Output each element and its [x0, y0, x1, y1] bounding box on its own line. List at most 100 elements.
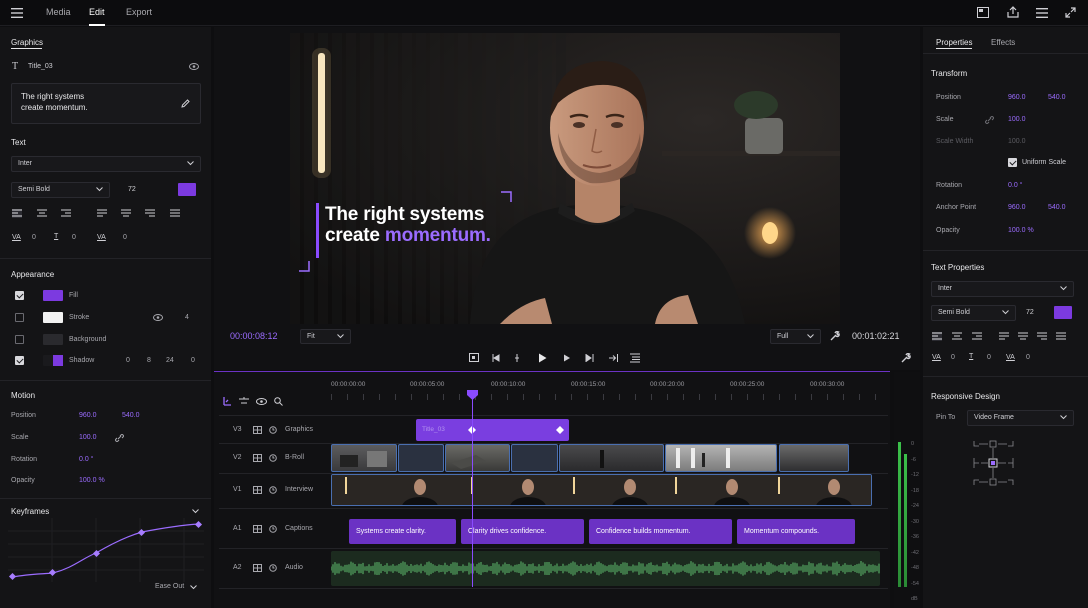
- interview-clip[interactable]: [331, 474, 872, 506]
- caption-clip[interactable]: Momentum compounds.: [737, 519, 855, 544]
- hamburger-menu-icon[interactable]: [11, 8, 23, 18]
- font-size-field[interactable]: 72: [128, 186, 136, 193]
- keyframe-marker-icon[interactable]: [556, 426, 564, 434]
- position-y[interactable]: 540.0: [122, 412, 140, 419]
- broll-clip[interactable]: [665, 444, 777, 472]
- rotation-value[interactable]: 0.0 °: [1008, 182, 1022, 189]
- opacity-value[interactable]: 100.0 %: [1008, 227, 1034, 234]
- anchor-grid[interactable]: [970, 440, 1018, 486]
- tracking-value[interactable]: 0: [32, 234, 36, 241]
- ease-select[interactable]: Ease Out: [155, 583, 184, 590]
- position-x[interactable]: 960.0: [79, 412, 97, 419]
- overwrite-icon[interactable]: [630, 353, 640, 363]
- track-header-v1[interactable]: V1 Interview: [233, 485, 333, 497]
- justify-all-icon[interactable]: [1056, 332, 1066, 341]
- track-header-v2[interactable]: V2 B-Roll: [233, 453, 333, 465]
- track-header-a2[interactable]: A2 Audio: [233, 563, 333, 575]
- track-visibility-icon[interactable]: [256, 398, 267, 405]
- settings-wrench-icon[interactable]: [901, 353, 911, 363]
- anchor-y[interactable]: 540.0: [1048, 204, 1066, 211]
- stroke-color-swatch[interactable]: [43, 312, 63, 323]
- caption-clip[interactable]: Systems create clarity.: [349, 519, 456, 544]
- select-tool-icon[interactable]: [223, 397, 233, 406]
- justify-left-icon[interactable]: [999, 332, 1009, 341]
- split-icon[interactable]: [514, 354, 520, 362]
- quality-select[interactable]: Full: [770, 329, 821, 344]
- keyframe-graph[interactable]: [8, 518, 204, 582]
- text-content-box[interactable]: The right systems create momentum.: [11, 83, 201, 124]
- share-icon[interactable]: [1007, 6, 1019, 18]
- playhead-handle-icon[interactable]: [467, 390, 478, 400]
- weight-select[interactable]: Semi Bold: [11, 182, 110, 198]
- anchor-x[interactable]: 960.0: [1008, 204, 1026, 211]
- justify-left-icon[interactable]: [97, 209, 107, 218]
- justify-right-icon[interactable]: [145, 209, 155, 218]
- broll-clip[interactable]: [331, 444, 397, 472]
- layout-icon[interactable]: [977, 7, 989, 18]
- track-lock-icon[interactable]: [253, 564, 262, 572]
- tab-properties[interactable]: Properties: [936, 38, 972, 47]
- align-left-icon[interactable]: [12, 209, 22, 218]
- align-left-icon[interactable]: [932, 332, 942, 341]
- playhead[interactable]: [472, 391, 473, 587]
- text-color-swatch[interactable]: [1054, 306, 1072, 319]
- track-lock-icon[interactable]: [253, 525, 262, 533]
- track-mute-icon[interactable]: [269, 486, 277, 494]
- chevron-down-icon[interactable]: [192, 509, 199, 514]
- keyframe[interactable]: [8, 572, 17, 581]
- track-mute-icon[interactable]: [269, 564, 277, 572]
- shadow-x[interactable]: 0: [126, 357, 130, 364]
- weight-select[interactable]: Semi Bold: [931, 305, 1016, 321]
- uniform-scale-checkbox[interactable]: [1008, 158, 1017, 167]
- mark-in-icon[interactable]: [469, 353, 479, 362]
- fullscreen-icon[interactable]: [1065, 7, 1076, 18]
- pin-to-select[interactable]: Video Frame: [967, 410, 1074, 426]
- timeline-ruler[interactable]: 00:00:00:00 00:00:05:00 00:00:10:00 00:0…: [331, 376, 888, 400]
- font-size-field[interactable]: 72: [1026, 309, 1034, 316]
- track-lock-icon[interactable]: [253, 454, 262, 462]
- text-color-swatch[interactable]: [178, 183, 196, 196]
- kerning-value[interactable]: 0: [123, 234, 127, 241]
- graphics-clip[interactable]: Title_03: [416, 419, 569, 441]
- shadow-color-swatch[interactable]: [43, 355, 63, 366]
- fit-select[interactable]: Fit: [300, 329, 351, 344]
- align-center-icon[interactable]: [37, 209, 47, 218]
- scale-value[interactable]: 100.0: [1008, 116, 1026, 123]
- font-select[interactable]: Inter: [11, 156, 201, 172]
- link-icon[interactable]: [985, 116, 994, 124]
- title-overlay[interactable]: The right systems create momentum.: [325, 204, 491, 246]
- tab-media[interactable]: Media: [46, 7, 71, 17]
- caption-clip[interactable]: Clarity drives confidence.: [461, 519, 584, 544]
- fill-checkbox[interactable]: [15, 291, 24, 300]
- opacity-value[interactable]: 100.0 %: [79, 477, 105, 484]
- tab-effects[interactable]: Effects: [991, 38, 1015, 47]
- play-icon[interactable]: [538, 353, 547, 363]
- fill-color-swatch[interactable]: [43, 290, 63, 301]
- broll-clip[interactable]: [779, 444, 849, 472]
- scale-value[interactable]: 100.0: [79, 434, 97, 441]
- track-lock-icon[interactable]: [253, 486, 262, 494]
- font-select[interactable]: Inter: [931, 281, 1074, 297]
- background-checkbox[interactable]: [15, 335, 24, 344]
- stroke-checkbox[interactable]: [15, 313, 24, 322]
- broll-clip[interactable]: [511, 444, 558, 472]
- rotation-value[interactable]: 0.0 °: [79, 456, 93, 463]
- shadow-blur[interactable]: 24: [166, 357, 174, 364]
- step-back-icon[interactable]: [492, 354, 500, 362]
- align-center-icon[interactable]: [952, 332, 962, 341]
- track-header-a1[interactable]: A1 Captions: [233, 524, 333, 536]
- edit-pencil-icon[interactable]: [181, 99, 190, 108]
- visibility-eye-icon[interactable]: [153, 314, 163, 321]
- caption-clip[interactable]: Confidence builds momentum.: [589, 519, 732, 544]
- align-right-icon[interactable]: [972, 332, 982, 341]
- step-forward-icon[interactable]: [563, 354, 571, 362]
- broll-clip[interactable]: [398, 444, 444, 472]
- current-timecode[interactable]: 00:00:08:12: [230, 331, 278, 341]
- skip-end-icon[interactable]: [585, 354, 594, 362]
- kerning-value[interactable]: 0: [1026, 354, 1030, 361]
- visibility-eye-icon[interactable]: [189, 63, 199, 70]
- insert-icon[interactable]: [609, 354, 618, 362]
- justify-right-icon[interactable]: [1037, 332, 1047, 341]
- background-color-swatch[interactable]: [43, 334, 63, 345]
- justify-center-icon[interactable]: [1018, 332, 1028, 341]
